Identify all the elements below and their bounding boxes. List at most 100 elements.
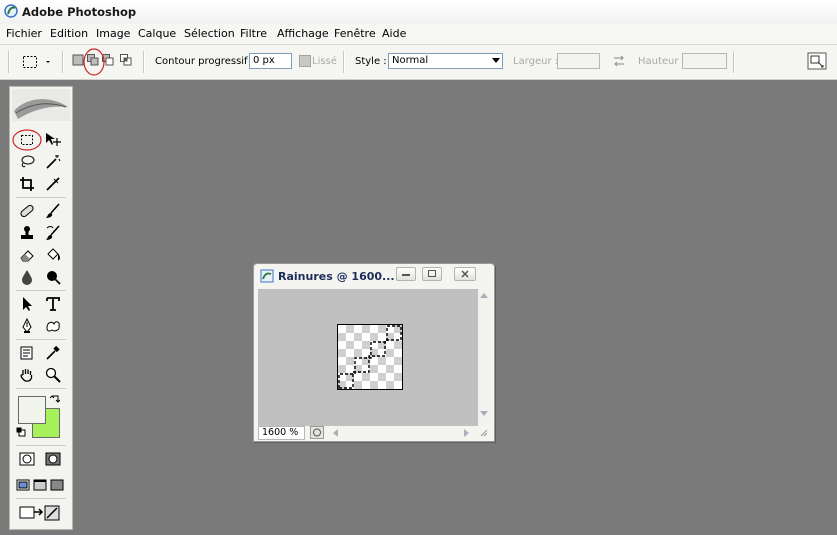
- status-menu-icon[interactable]: [310, 426, 324, 439]
- foreground-color-swatch[interactable]: [18, 396, 46, 424]
- intersect-selection-icon[interactable]: [120, 54, 132, 66]
- paint-bucket-tool[interactable]: [43, 246, 63, 264]
- style-select-value: Normal: [392, 55, 429, 66]
- path-selection-tool[interactable]: [17, 295, 37, 313]
- close-button[interactable]: [454, 267, 476, 281]
- screen-mode-icon: [50, 479, 64, 491]
- history-brush-icon: [46, 225, 60, 240]
- palette-well-icon[interactable]: [807, 52, 827, 70]
- menu-fichier[interactable]: Fichier: [6, 27, 42, 40]
- drop-icon: [22, 270, 32, 285]
- blur-tool[interactable]: [17, 268, 37, 286]
- paint-bucket-icon: [47, 248, 60, 261]
- toolbox: [9, 86, 73, 530]
- style-select[interactable]: Normal: [388, 53, 503, 69]
- document-status-bar: 1600 %: [258, 426, 490, 440]
- eyedropper-tool[interactable]: [43, 344, 63, 362]
- title-bar: Adobe Photoshop: [0, 0, 837, 24]
- options-bar: Contour progressif : 0 px Lissé Style : …: [0, 45, 837, 80]
- options-divider: [733, 51, 735, 73]
- chevron-down-icon: [492, 58, 500, 63]
- width-input[interactable]: [557, 53, 600, 69]
- eraser-tool[interactable]: [17, 246, 37, 264]
- brush-icon: [46, 203, 60, 218]
- type-tool[interactable]: [43, 295, 63, 313]
- vertical-scrollbar[interactable]: [478, 289, 490, 426]
- menu-image[interactable]: Image: [96, 27, 130, 40]
- standard-mode-icon: [19, 452, 35, 466]
- hand-tool[interactable]: [17, 366, 37, 384]
- menu-filtre[interactable]: Filtre: [240, 27, 267, 40]
- minimize-button[interactable]: [396, 267, 416, 281]
- style-label: Style :: [355, 56, 387, 67]
- brush-tool[interactable]: [43, 202, 63, 220]
- highlight-circle-marquee: [12, 129, 42, 151]
- move-tool[interactable]: [43, 131, 63, 149]
- maximize-button[interactable]: [422, 267, 442, 281]
- toolbox-divider: [16, 445, 66, 446]
- dodge-icon: [47, 271, 61, 285]
- pen-tool[interactable]: [17, 317, 37, 335]
- arrow-icon: [23, 297, 32, 311]
- slice-tool[interactable]: [43, 175, 63, 193]
- clone-stamp-tool[interactable]: [17, 224, 37, 242]
- width-label: Largeur :: [513, 56, 559, 67]
- zoom-level-field[interactable]: 1600 %: [258, 426, 305, 440]
- crop-tool[interactable]: [17, 175, 37, 193]
- notes-tool[interactable]: [17, 344, 37, 362]
- swap-dimensions-icon[interactable]: [612, 55, 626, 67]
- lasso-tool[interactable]: [17, 153, 37, 171]
- resize-grip-icon[interactable]: [480, 429, 488, 437]
- jump-to-imageready-icon[interactable]: [18, 503, 62, 523]
- highlight-circle-add-mode: [83, 48, 105, 76]
- history-brush-tool[interactable]: [43, 224, 63, 242]
- height-input[interactable]: [682, 53, 727, 69]
- menu-selection[interactable]: Sélection: [184, 27, 235, 40]
- toolbox-divider: [16, 339, 66, 340]
- hand-icon: [20, 369, 33, 382]
- default-colors-icon[interactable]: [16, 427, 26, 437]
- standard-mode-button[interactable]: [17, 450, 37, 468]
- quick-mask-mode-button[interactable]: [43, 450, 63, 468]
- scroll-up-icon[interactable]: [480, 292, 488, 298]
- bandage-icon: [20, 204, 34, 218]
- shape-icon: [46, 321, 60, 332]
- move-icon: [46, 133, 61, 146]
- document-title: Rainures @ 1600...: [278, 270, 395, 283]
- eraser-icon: [20, 250, 34, 262]
- menu-calque[interactable]: Calque: [138, 27, 176, 40]
- menu-fenetre[interactable]: Fenêtre: [334, 27, 376, 40]
- tool-preset-picker[interactable]: [22, 54, 52, 70]
- menu-aide[interactable]: Aide: [382, 27, 406, 40]
- zoom-tool[interactable]: [43, 366, 63, 384]
- antialias-label: Lissé: [312, 56, 337, 67]
- document-icon: [260, 269, 274, 283]
- scroll-left-icon[interactable]: [332, 429, 338, 437]
- quick-mask-icon: [45, 452, 61, 466]
- lasso-icon: [21, 155, 35, 168]
- feather-label: Contour progressif :: [155, 56, 255, 67]
- magic-wand-icon: [46, 155, 61, 169]
- feather-logo-icon: [12, 89, 70, 121]
- magic-wand-tool[interactable]: [43, 153, 63, 171]
- antialias-checkbox[interactable]: [299, 55, 311, 67]
- scroll-right-icon[interactable]: [464, 429, 470, 437]
- full-screen-mode-button[interactable]: [47, 476, 67, 494]
- screen-mode-icon: [33, 479, 47, 491]
- magnifier-icon: [45, 367, 61, 383]
- menu-edition[interactable]: Edition: [50, 27, 88, 40]
- toolbox-divider: [16, 388, 66, 389]
- swap-colors-icon[interactable]: [50, 395, 60, 405]
- options-divider: [143, 51, 145, 73]
- menu-bar: Fichier Edition Image Calque Sélection F…: [0, 24, 837, 45]
- scroll-down-icon[interactable]: [480, 411, 488, 417]
- dodge-tool[interactable]: [43, 268, 63, 286]
- canvas-area[interactable]: [258, 289, 478, 426]
- window-title: Adobe Photoshop: [22, 5, 137, 19]
- height-label: Hauteur :: [638, 56, 686, 67]
- menu-affichage[interactable]: Affichage: [277, 27, 329, 40]
- custom-shape-tool[interactable]: [43, 317, 63, 335]
- feather-input[interactable]: 0 px: [249, 53, 292, 69]
- close-icon: [461, 270, 469, 278]
- healing-brush-tool[interactable]: [17, 202, 37, 220]
